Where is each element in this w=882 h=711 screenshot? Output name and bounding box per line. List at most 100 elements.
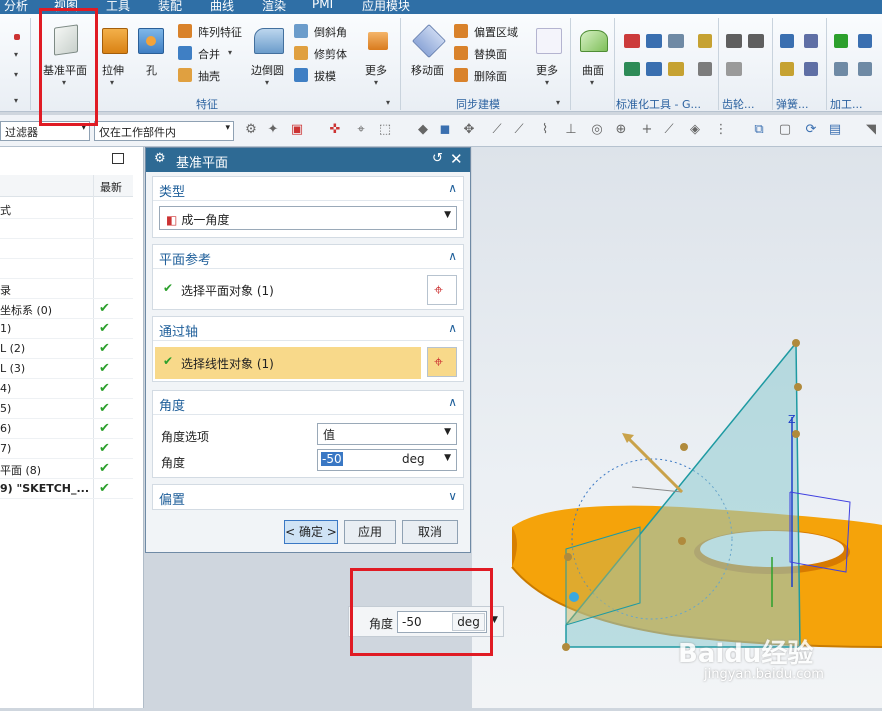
collapse-icon[interactable]: ∧ — [448, 321, 457, 335]
handle[interactable] — [564, 553, 572, 561]
menu-assembly[interactable]: 装配 — [158, 0, 182, 14]
menu-curve[interactable]: 曲线 — [210, 0, 234, 14]
angle-unit[interactable]: deg — [402, 452, 425, 466]
menu-application[interactable]: 应用模块 — [362, 0, 410, 14]
more-sync-button[interactable]: 更多 ▾ — [532, 16, 566, 96]
menu-tools[interactable]: 工具 — [106, 0, 130, 14]
nav-row[interactable]: 录 — [0, 279, 133, 299]
handle[interactable] — [792, 339, 800, 347]
view-icon[interactable]: ◈ — [688, 123, 702, 137]
std-tool-icon-5[interactable] — [646, 62, 662, 76]
grid-icon[interactable]: ⋮ — [714, 123, 728, 137]
solid-body-icon[interactable]: ◆ — [416, 123, 430, 137]
nav-row[interactable]: 坐标系 (0) ✔ — [0, 299, 133, 319]
extrude-button[interactable]: 拉伸 ▾ — [98, 16, 132, 96]
section-offset-header[interactable]: 偏置 — [153, 485, 463, 509]
render-style-icon[interactable]: ▤ — [828, 123, 842, 137]
column-latest[interactable]: 最新 — [100, 179, 122, 195]
std-tool-icon-1[interactable] — [624, 34, 640, 48]
handle[interactable] — [678, 537, 686, 545]
reset-icon[interactable]: ↺ — [432, 151, 443, 166]
spring-tool-icon-1[interactable] — [780, 34, 794, 48]
nav-row[interactable]: 式 — [0, 199, 133, 219]
std-tool-icon-7[interactable] — [698, 34, 712, 48]
select-axis-button[interactable]: ⌖ — [427, 347, 457, 377]
select-axis-row[interactable]: ✔ 选择线性对象 (1) — [155, 347, 421, 379]
apply-button[interactable]: 应用 — [344, 520, 396, 544]
shell-button[interactable]: 抽壳 — [178, 66, 248, 84]
nav-row[interactable] — [0, 259, 133, 279]
nav-row[interactable]: L (3) ✔ — [0, 359, 133, 379]
machining-tool-icon-3[interactable] — [834, 62, 848, 76]
center-icon[interactable]: ⊕ — [614, 123, 628, 137]
selection-filter-icon[interactable]: ▣ — [290, 123, 304, 137]
gear-tool-icon-3[interactable] — [726, 62, 742, 76]
handle[interactable] — [562, 643, 570, 651]
menu-render[interactable]: 渲染 — [262, 0, 286, 14]
surface-button[interactable]: 曲面 ▾ — [576, 16, 612, 96]
collapse-icon[interactable]: ∧ — [448, 249, 457, 263]
replace-face-button[interactable]: 替换面 — [454, 44, 526, 62]
face-icon[interactable]: ◼ — [438, 123, 452, 137]
section-type-header[interactable]: 类型 — [153, 177, 463, 201]
close-icon[interactable]: ✕ — [450, 150, 463, 168]
spring-tool-icon-2[interactable] — [804, 34, 818, 48]
point-snap-icon[interactable]: ✜ — [328, 123, 342, 137]
cross-point-icon[interactable]: + — [640, 123, 654, 137]
ok-button[interactable]: < 确定 > — [284, 520, 338, 544]
menu-pmi[interactable]: PMI — [312, 0, 333, 11]
nav-row[interactable]: 9) "SKETCH_... ✔ — [0, 479, 133, 499]
delete-face-button[interactable]: 删除面 — [454, 66, 526, 84]
quick-icon[interactable] — [14, 34, 20, 40]
chamfer-button[interactable]: 倒斜角 — [294, 22, 354, 40]
nav-row[interactable]: 5) ✔ — [0, 399, 133, 419]
line-icon[interactable]: ⟋ — [490, 123, 504, 137]
graphics-viewport[interactable]: Z Baidu经验 jingyan.baidu.com — [472, 147, 882, 708]
nav-row[interactable] — [0, 219, 133, 239]
handle[interactable] — [794, 383, 802, 391]
crosshair-icon[interactable]: ⌖ — [354, 123, 368, 137]
cancel-button[interactable]: 取消 — [402, 520, 458, 544]
machining-tool-icon-1[interactable] — [834, 34, 848, 48]
collapse-icon[interactable]: ∧ — [448, 181, 457, 195]
select-plane-button[interactable]: ⌖ — [427, 275, 457, 305]
unite-button[interactable]: 合并 ▾ — [178, 44, 248, 62]
curve-icon[interactable]: ⌇ — [538, 123, 552, 137]
angle-value-input[interactable]: -50 deg ▼ — [317, 449, 457, 471]
zoom-fit-icon[interactable]: ⧉ — [752, 123, 766, 137]
select-plane-label[interactable]: 选择平面对象 (1) — [181, 282, 274, 299]
machining-tool-icon-4[interactable] — [858, 62, 872, 76]
std-tool-icon-3[interactable] — [668, 34, 684, 48]
handle[interactable] — [569, 592, 579, 602]
std-tool-icon-6[interactable] — [668, 62, 684, 76]
hole-button[interactable]: 孔 — [136, 16, 166, 96]
edge-blend-button[interactable]: 边倒圆 ▾ — [250, 16, 288, 96]
more-features-button[interactable]: 更多 ▾ — [362, 16, 394, 96]
nav-row[interactable] — [0, 239, 133, 259]
collapse-icon[interactable]: ∧ — [448, 395, 457, 409]
refresh-icon[interactable]: ⟳ — [804, 123, 818, 137]
menu-analysis[interactable]: 分析 — [4, 0, 28, 14]
nav-row[interactable]: 7) ✔ — [0, 439, 133, 459]
nav-row[interactable]: 1) ✔ — [0, 319, 133, 339]
view-box-icon[interactable]: ▢ — [778, 123, 792, 137]
handle[interactable] — [792, 430, 800, 438]
gear-tool-icon-1[interactable] — [726, 34, 742, 48]
std-tool-icon-8[interactable] — [698, 62, 712, 76]
gear-tool-icon-2[interactable] — [748, 34, 764, 48]
section-angle-header[interactable]: 角度 — [153, 391, 463, 415]
expand-icon[interactable]: ∨ — [448, 489, 457, 503]
circle-point-icon[interactable]: ◎ — [590, 123, 604, 137]
move-face-button[interactable]: 移动面 — [408, 16, 450, 96]
tangent-icon[interactable]: ⟋ — [662, 123, 676, 137]
spring-tool-icon-4[interactable] — [804, 62, 818, 76]
machining-tool-icon-2[interactable] — [858, 34, 872, 48]
feature-icon[interactable]: ✥ — [462, 123, 476, 137]
trim-body-button[interactable]: 修剪体 — [294, 44, 354, 62]
section-plane-ref-header[interactable]: 平面参考 — [153, 245, 463, 269]
angle-option-dropdown[interactable]: 值 ▼ — [317, 423, 457, 445]
maximize-icon[interactable] — [112, 153, 124, 164]
line2-icon[interactable]: ⟋ — [512, 123, 526, 137]
snap-tool-icon[interactable]: ✦ — [266, 123, 280, 137]
nav-row[interactable]: L (2) ✔ — [0, 339, 133, 359]
